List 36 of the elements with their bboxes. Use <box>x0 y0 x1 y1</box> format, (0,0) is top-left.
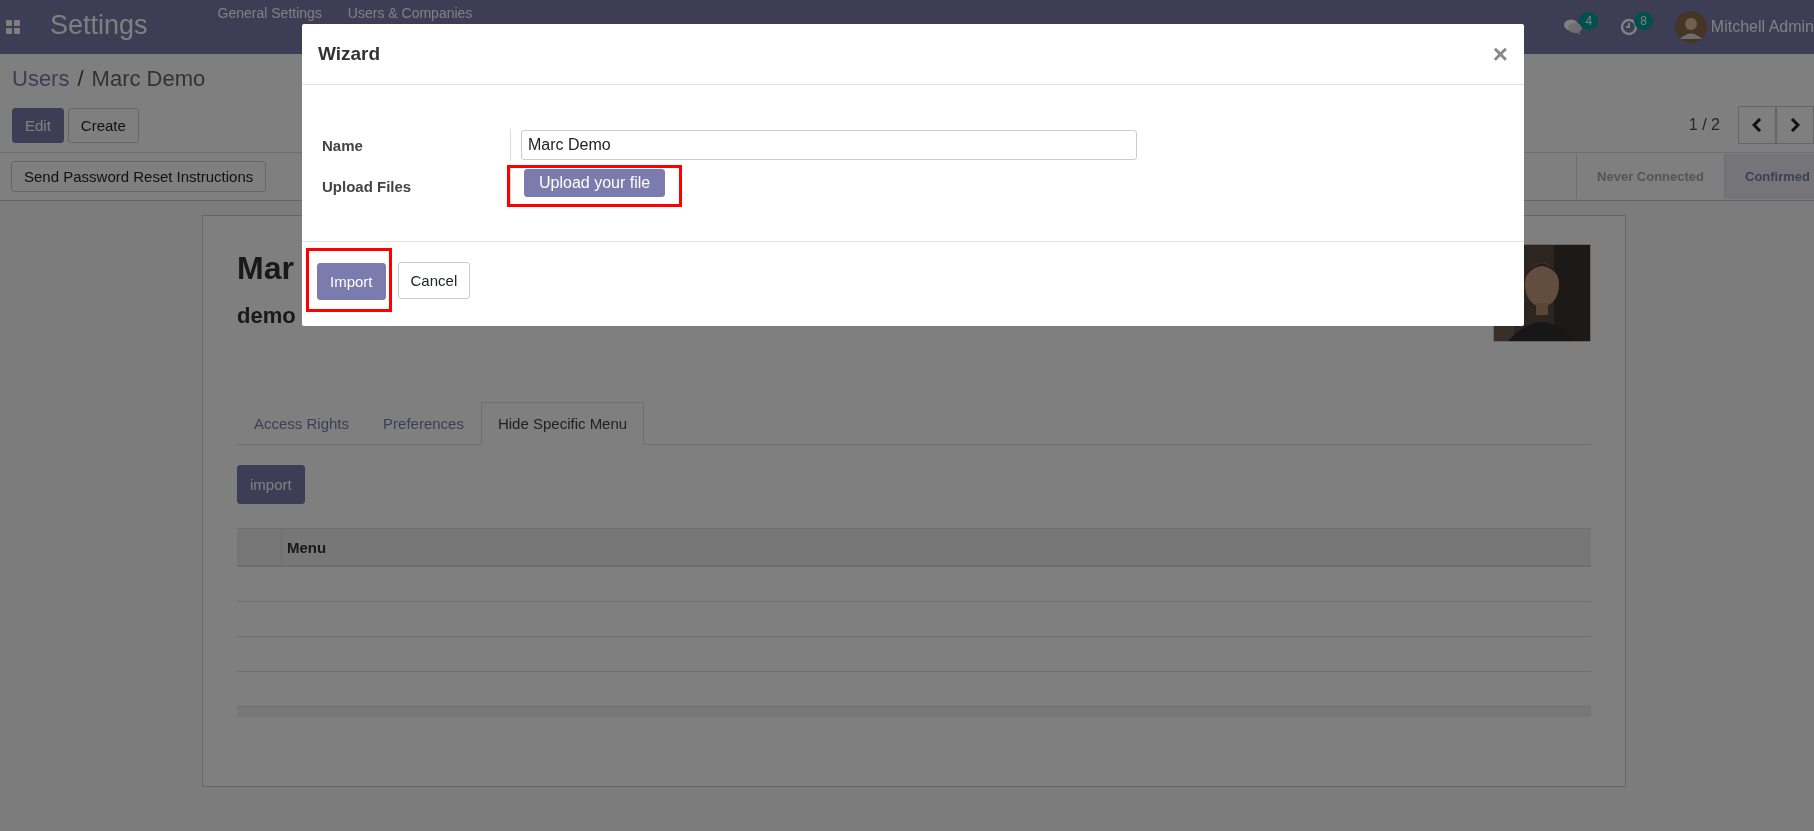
column-header: Menu <box>286 538 327 556</box>
notebook-tab[interactable]: Access Rights <box>237 402 367 445</box>
clock-icon[interactable] <box>1620 18 1639 36</box>
cancel-button[interactable]: Cancel <box>397 261 471 299</box>
edit-button[interactable]: Edit <box>12 107 64 143</box>
app-title: Settings <box>50 9 148 42</box>
notebook-tab[interactable]: Preferences <box>366 402 481 445</box>
nav-menu-item[interactable]: Users & Companies <box>347 5 473 21</box>
previous-button[interactable] <box>1738 106 1776 144</box>
name-input[interactable]: Marc Demo <box>521 130 1137 160</box>
chevron-right-icon <box>1790 118 1800 132</box>
user-name[interactable]: Mitchell Admin <box>1710 18 1814 36</box>
next-button[interactable] <box>1776 106 1814 144</box>
message-count: 4 <box>1579 12 1599 30</box>
upload-button[interactable]: Upload your file <box>524 169 666 197</box>
field-label: Name <box>322 136 364 154</box>
import-button[interactable]: Import <box>317 263 386 300</box>
chevron-left-icon <box>1752 118 1762 132</box>
pager-value: 1 / 2 <box>1688 116 1720 134</box>
field-label: Upload Files <box>322 177 413 195</box>
chat-icon[interactable] <box>1563 18 1584 36</box>
reset-password-button[interactable]: Send Password Reset Instructions <box>11 161 267 192</box>
avatar-icon[interactable] <box>1674 11 1707 43</box>
breadcrumb-current: Marc Demo <box>91 66 206 93</box>
breadcrumb-separator: / <box>77 66 84 93</box>
user-name-title: Mar <box>237 250 295 287</box>
apps-menu-icon[interactable] <box>6 20 20 34</box>
breadcrumb-link[interactable]: Users <box>12 66 70 96</box>
activity-count: 8 <box>1634 12 1653 30</box>
import-button[interactable]: import <box>237 465 305 504</box>
notebook-tab[interactable]: Hide Specific Menu <box>480 402 645 445</box>
dialog-title: Wizard <box>318 43 381 65</box>
nav-menu-item[interactable]: General Settings <box>217 5 322 21</box>
user-login: demo <box>237 303 296 329</box>
create-button[interactable]: Create <box>67 107 139 143</box>
close-button[interactable]: × <box>1492 38 1508 70</box>
